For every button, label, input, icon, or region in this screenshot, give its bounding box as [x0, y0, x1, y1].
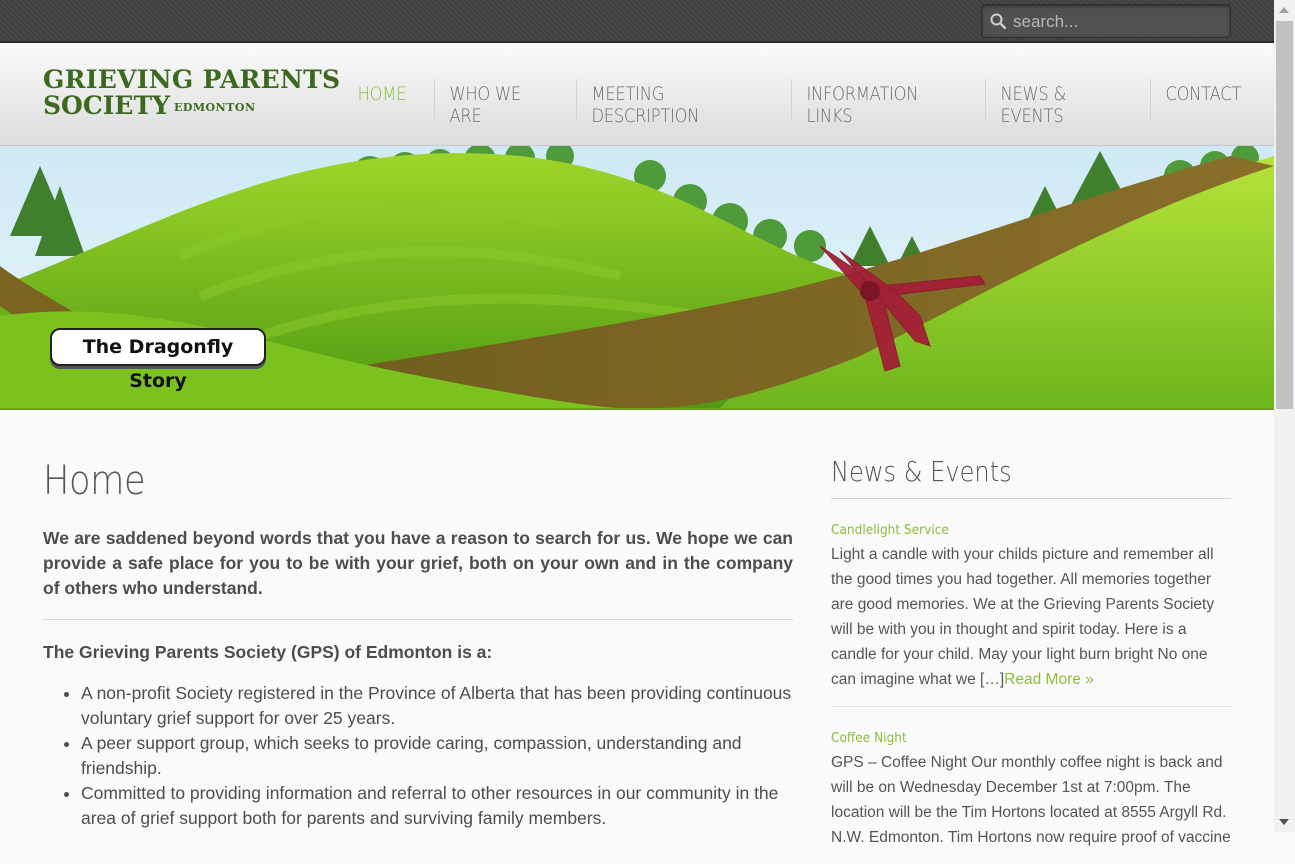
news-sidebar: News & Events Candlelight Service Light …: [831, 455, 1231, 864]
divider: [43, 619, 793, 620]
scroll-up-arrow-icon[interactable]: [1279, 7, 1289, 13]
site-header: GRIEVING PARENTS SOCIETY EDMONTON HOME WH…: [0, 43, 1274, 146]
read-more-link[interactable]: Read More »: [1004, 671, 1094, 688]
search-icon: [990, 13, 1006, 29]
hero-banner: The Dragonfly Story: [0, 146, 1274, 410]
logo-line1: GRIEVING PARENTS: [43, 65, 341, 94]
search-input[interactable]: [1011, 10, 1225, 34]
nav-contact[interactable]: CONTACT: [1149, 79, 1257, 119]
society-lead: The Grieving Parents Society (GPS) of Ed…: [43, 642, 493, 662]
list-item: A peer support group, which seeks to pro…: [81, 731, 793, 781]
news-excerpt: Light a candle with your childs picture …: [831, 546, 1215, 688]
news-title-candlelight[interactable]: Candlelight Service: [831, 522, 949, 538]
scroll-down-arrow-icon[interactable]: [1279, 819, 1289, 825]
top-bar: [0, 0, 1274, 43]
news-item: Candlelight Service Light a candle with …: [831, 499, 1231, 707]
society-list: A non-profit Society registered in the P…: [43, 681, 793, 831]
list-item: A non-profit Society registered in the P…: [81, 681, 793, 731]
intro-text: We are saddened beyond words that you ha…: [43, 528, 793, 598]
banner-illustration: [0, 146, 1274, 408]
list-item: Committed to providing information and r…: [81, 781, 793, 831]
news-item: Coffee Night GPS – Coffee Night Our mont…: [831, 707, 1231, 864]
news-body: GPS – Coffee Night Our monthly coffee ni…: [831, 750, 1231, 850]
nav-information-links[interactable]: INFORMATION LINKS: [791, 79, 957, 127]
main-nav: HOME WHO WE ARE MEETING DESCRIPTION INFO…: [343, 79, 1274, 127]
sidebar-title-text: News & Events: [831, 455, 1012, 488]
nav-home[interactable]: HOME: [343, 79, 422, 119]
search-box[interactable]: [981, 4, 1231, 38]
site-logo[interactable]: GRIEVING PARENTS SOCIETY EDMONTON: [43, 67, 340, 122]
nav-news-events[interactable]: NEWS & EVENTS: [984, 79, 1127, 127]
news-title-coffee-night[interactable]: Coffee Night: [831, 730, 907, 746]
main-content: Home We are saddened beyond words that y…: [43, 440, 793, 831]
logo-line2: SOCIETY: [43, 91, 170, 120]
logo-city: EDMONTON: [173, 101, 256, 114]
nav-who-we-are[interactable]: WHO WE ARE: [434, 79, 555, 127]
news-excerpt: GPS – Coffee Night Our monthly coffee ni…: [831, 754, 1231, 846]
scrollbar-thumb[interactable]: [1276, 21, 1293, 409]
dragonfly-story-button[interactable]: The Dragonfly Story: [50, 328, 266, 392]
news-body: Light a candle with your childs picture …: [831, 542, 1231, 692]
scrollbar[interactable]: [1274, 0, 1295, 832]
nav-meeting-description[interactable]: MEETING DESCRIPTION: [575, 79, 761, 127]
sidebar-title: News & Events: [831, 455, 1231, 499]
page-title: Home: [43, 458, 146, 504]
